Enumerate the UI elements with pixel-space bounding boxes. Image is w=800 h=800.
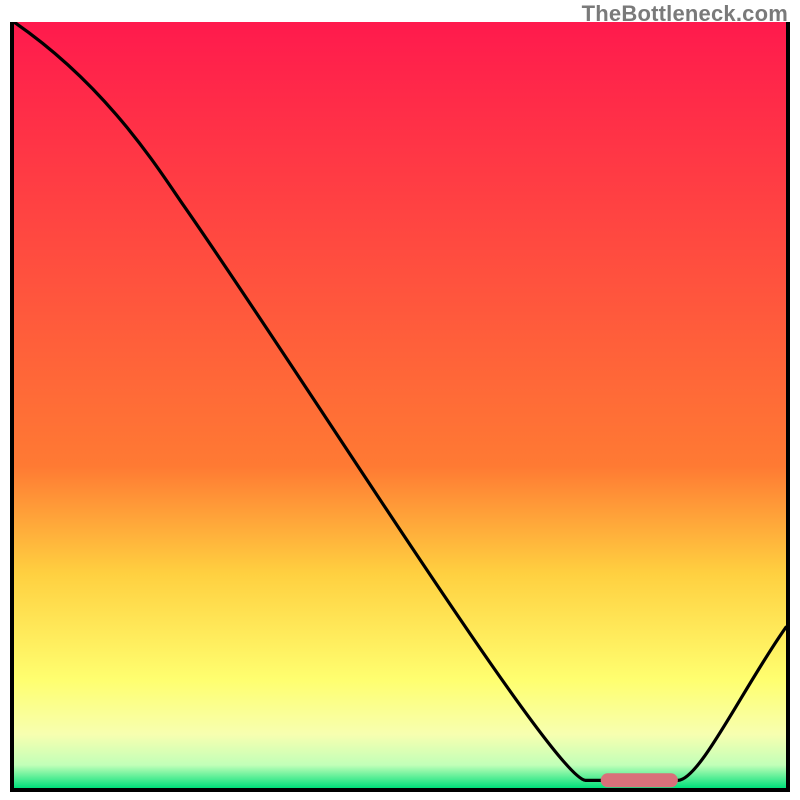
chart-svg (14, 22, 786, 788)
optimal-range-marker (601, 773, 678, 787)
gradient-background (14, 22, 786, 788)
plot-area (14, 22, 786, 788)
chart-frame (10, 22, 790, 792)
